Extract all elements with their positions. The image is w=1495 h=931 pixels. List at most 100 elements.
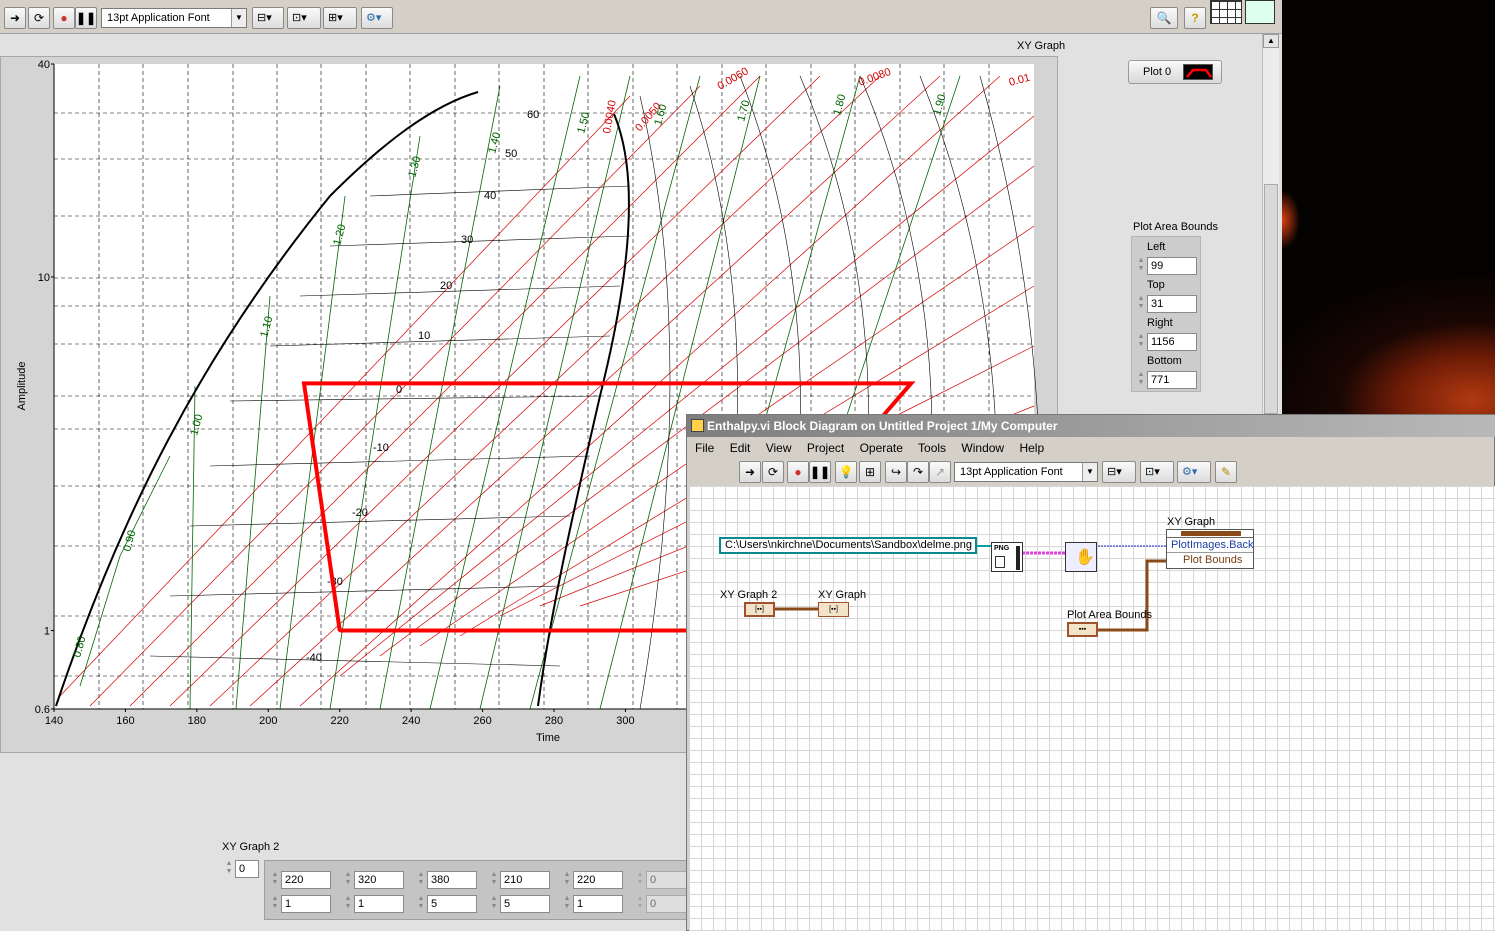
xy-graph-2-index-value[interactable]: 0 — [235, 860, 259, 878]
array-element-value[interactable]: 1 — [281, 895, 331, 913]
retain-wire-values-icon[interactable]: ⊞ — [859, 461, 881, 483]
menu-project[interactable]: Project — [807, 441, 844, 455]
step-out-icon[interactable]: ↗ — [929, 461, 951, 483]
spinner-icon[interactable]: ▲ ▼ — [489, 895, 499, 913]
read-png-node[interactable]: PNG — [991, 542, 1023, 572]
array-element-value[interactable]: 5 — [500, 895, 550, 913]
block-diagram-titlebar[interactable]: Enthalpy.vi Block Diagram on Untitled Pr… — [687, 415, 1495, 437]
spinner-icon[interactable]: ▲ ▼ — [270, 871, 280, 889]
spinner-icon[interactable]: ▲ ▼ — [635, 895, 645, 913]
array-element-y[interactable]: ▲ ▼ 1 — [343, 895, 405, 913]
align-objects-icon[interactable]: ⊟▾ — [1102, 461, 1136, 483]
array-element-y[interactable]: ▲ ▼ 1 — [562, 895, 624, 913]
pause-icon[interactable]: ❚❚ — [809, 461, 831, 483]
spinner-icon[interactable]: ▲ ▼ — [635, 871, 645, 889]
property-plot-bounds[interactable]: Plot Bounds — [1167, 553, 1253, 568]
array-element-value[interactable]: 5 — [427, 895, 477, 913]
spinner-icon[interactable]: ▲ ▼ — [1136, 333, 1146, 351]
array-element-x[interactable]: ▲ ▼ 380 — [416, 871, 478, 889]
plot-legend[interactable]: Plot 0 — [1128, 60, 1222, 84]
step-over-icon[interactable]: ↷ — [907, 461, 929, 483]
scrollbar-thumb[interactable] — [1264, 184, 1278, 414]
spinner-icon[interactable]: ▲ ▼ — [416, 895, 426, 913]
array-element-x[interactable]: ▲ ▼ 320 — [343, 871, 405, 889]
menu-edit[interactable]: Edit — [730, 441, 751, 455]
array-element-x[interactable]: ▲ ▼ 220 — [270, 871, 332, 889]
property-node-class-icon — [1181, 531, 1241, 536]
top-control[interactable]: ▲ ▼ 31 — [1136, 295, 1198, 313]
array-element-y[interactable]: ▲ ▼ 5 — [416, 895, 478, 913]
spinner-icon[interactable]: ▲ ▼ — [562, 895, 572, 913]
svg-text:60: 60 — [527, 109, 539, 121]
plot-area-bounds-terminal-label: Plot Area Bounds — [1067, 609, 1153, 621]
array-element-x[interactable]: ▲ ▼ 220 — [562, 871, 624, 889]
right-control[interactable]: ▲ ▼ 1156 — [1136, 333, 1198, 351]
array-element-x[interactable]: ▲ ▼ 210 — [489, 871, 551, 889]
left-value[interactable]: 99 — [1147, 257, 1197, 275]
menu-tools[interactable]: Tools — [918, 441, 946, 455]
menu-view[interactable]: View — [766, 441, 792, 455]
top-value[interactable]: 31 — [1147, 295, 1197, 313]
array-element-value[interactable]: 220 — [281, 871, 331, 889]
menu-window[interactable]: Window — [961, 441, 1004, 455]
menu-file[interactable]: File — [695, 441, 714, 455]
step-into-icon[interactable]: ↪ — [885, 461, 907, 483]
xy-graph-2-terminal[interactable]: [▪▪] — [744, 602, 775, 617]
xy-graph-terminal[interactable]: [▪▪] — [818, 602, 849, 617]
run-continuously-icon[interactable]: ⟳ — [28, 7, 50, 29]
draw-picture-node[interactable]: ✋ — [1065, 542, 1097, 572]
spinner-icon[interactable]: ▲ ▼ — [489, 871, 499, 889]
svg-text:-10: -10 — [373, 442, 389, 454]
bottom-value[interactable]: 771 — [1147, 371, 1197, 389]
font-selector[interactable]: 13pt Application Font ▼ — [101, 8, 247, 28]
svg-text:0: 0 — [396, 384, 402, 396]
spinner-icon[interactable]: ▲ ▼ — [1136, 257, 1146, 275]
spinner-icon[interactable]: ▲ ▼ — [343, 871, 353, 889]
right-value[interactable]: 1156 — [1147, 333, 1197, 351]
menu-operate[interactable]: Operate — [860, 441, 903, 455]
spinner-icon[interactable]: ▲ ▼ — [1136, 371, 1146, 389]
align-objects-icon[interactable]: ⊟▾ — [252, 7, 284, 29]
help-icon[interactable]: ? — [1184, 7, 1206, 29]
bottom-control[interactable]: ▲ ▼ 771 — [1136, 371, 1198, 389]
run-arrow-icon[interactable]: ➜ — [739, 461, 761, 483]
run-continuously-icon[interactable]: ⟳ — [762, 461, 784, 483]
search-icon[interactable]: 🔍 — [1150, 7, 1178, 29]
property-plotimages-back[interactable]: PlotImages.Back — [1167, 538, 1254, 553]
array-element-y[interactable]: ▲ ▼ 5 — [489, 895, 551, 913]
plot-area-bounds-terminal[interactable]: ▪▪▪ — [1067, 622, 1098, 637]
spinner-icon[interactable]: ▲ ▼ — [416, 871, 426, 889]
array-element-value[interactable]: 320 — [354, 871, 404, 889]
resize-objects-icon[interactable]: ⊞▾ — [323, 7, 357, 29]
bd-font-selector[interactable]: 13pt Application Font ▼ — [954, 462, 1098, 482]
array-element-y[interactable]: ▲ ▼ 1 — [270, 895, 332, 913]
reorder-icon[interactable]: ⚙▾ — [361, 7, 393, 29]
svg-text:10: 10 — [418, 330, 430, 342]
array-element-value[interactable]: 210 — [500, 871, 550, 889]
abort-icon[interactable]: ● — [787, 461, 809, 483]
array-element-value[interactable]: 1 — [354, 895, 404, 913]
spinner-icon[interactable]: ▲ ▼ — [224, 860, 234, 878]
spinner-icon[interactable]: ▲ ▼ — [270, 895, 280, 913]
menu-help[interactable]: Help — [1019, 441, 1044, 455]
array-element-value[interactable]: 1 — [573, 895, 623, 913]
distribute-objects-icon[interactable]: ⊡▾ — [1140, 461, 1174, 483]
scroll-up-icon[interactable]: ▲ — [1263, 34, 1279, 48]
highlight-execution-icon[interactable]: 💡 — [835, 461, 857, 483]
spinner-icon[interactable]: ▲ ▼ — [562, 871, 572, 889]
left-control[interactable]: ▲ ▼ 99 — [1136, 257, 1198, 275]
xy-graph-2-index[interactable]: ▲ ▼ 0 — [224, 860, 260, 878]
vertical-scrollbar[interactable]: ▲ — [1262, 34, 1279, 414]
clean-up-diagram-icon[interactable]: ✎ — [1215, 461, 1237, 483]
spinner-icon[interactable]: ▲ ▼ — [1136, 295, 1146, 313]
pause-icon[interactable]: ❚❚ — [75, 7, 97, 29]
distribute-objects-icon[interactable]: ⊡▾ — [287, 7, 321, 29]
array-element-value[interactable]: 380 — [427, 871, 477, 889]
property-node[interactable]: PlotImages.Back Plot Bounds — [1166, 529, 1254, 569]
reorder-icon[interactable]: ⚙▾ — [1177, 461, 1211, 483]
path-constant[interactable]: C:\Users\nkirchne\Documents\Sandbox\delm… — [719, 537, 977, 554]
spinner-icon[interactable]: ▲ ▼ — [343, 895, 353, 913]
array-element-value[interactable]: 220 — [573, 871, 623, 889]
abort-icon[interactable]: ● — [53, 7, 75, 29]
run-arrow-icon[interactable]: ➜ — [4, 7, 26, 29]
